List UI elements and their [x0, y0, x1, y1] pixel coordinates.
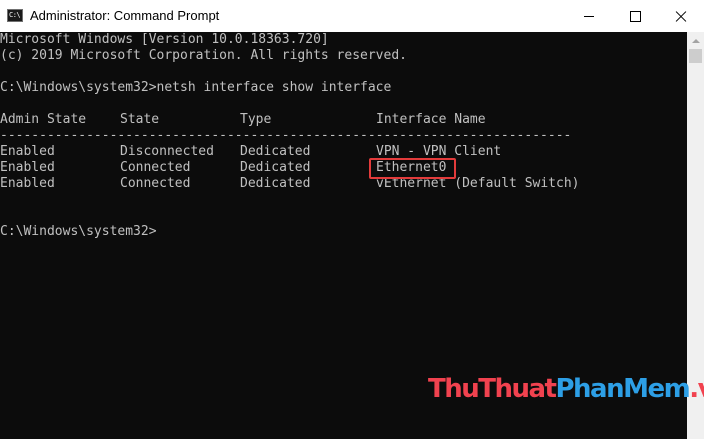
command-line: C:\Windows\system32>netsh interface show…: [0, 80, 392, 95]
column-header-state: State: [120, 112, 160, 127]
title-bar[interactable]: C:\ Administrator: Command Prompt: [0, 0, 704, 32]
maximize-button[interactable]: [612, 0, 658, 32]
minimize-button[interactable]: [566, 0, 612, 32]
column-header-admin-state: Admin State: [0, 112, 87, 127]
command-prompt-line: C:\Windows\system32>: [0, 224, 157, 239]
type-cell: Dedicated: [240, 144, 311, 159]
command-prompt-window: C:\ Administrator: Command Prompt Micros…: [0, 0, 704, 439]
table-header-row: Admin State State Type Interface Name: [0, 112, 687, 128]
command-prompt-icon[interactable]: C:\: [7, 9, 23, 22]
admin-state-cell: Enabled: [0, 176, 55, 191]
admin-state-cell: Enabled: [0, 160, 55, 175]
table-separator: ----------------------------------------…: [0, 128, 572, 143]
state-cell: Connected: [120, 176, 191, 191]
type-cell: Dedicated: [240, 176, 311, 191]
maximize-icon: [629, 10, 641, 22]
app-icon-text: C:\: [9, 11, 21, 19]
column-header-type: Type: [240, 112, 272, 127]
version-line: Microsoft Windows [Version 10.0.18363.72…: [0, 32, 329, 47]
table-row: Enabled Disconnected Dedicated VPN - VPN…: [0, 144, 687, 160]
type-cell: Dedicated: [240, 160, 311, 175]
state-cell: Disconnected: [120, 144, 214, 159]
admin-state-cell: Enabled: [0, 144, 55, 159]
watermark-part3: .vn: [689, 374, 704, 404]
close-button[interactable]: [658, 0, 704, 32]
table-row: Enabled Connected Dedicated vEthernet (D…: [0, 176, 687, 192]
window-title: Administrator: Command Prompt: [30, 8, 220, 23]
state-cell: Connected: [120, 160, 191, 175]
minimize-icon: [584, 15, 594, 17]
copyright-line: (c) 2019 Microsoft Corporation. All righ…: [0, 48, 407, 63]
highlight-box: [369, 158, 456, 179]
scroll-thumb[interactable]: [689, 49, 702, 63]
column-header-interface-name: Interface Name: [376, 112, 486, 127]
table-row: Enabled Connected Dedicated Ethernet0: [0, 160, 687, 176]
watermark-logo: ThuThuatPhanMem.vn: [428, 374, 704, 404]
watermark-part1: ThuThuat: [428, 374, 557, 404]
watermark-part2: PhanMem: [555, 374, 690, 404]
close-icon: [675, 10, 687, 22]
scroll-up-arrow-icon[interactable]: [687, 32, 704, 49]
